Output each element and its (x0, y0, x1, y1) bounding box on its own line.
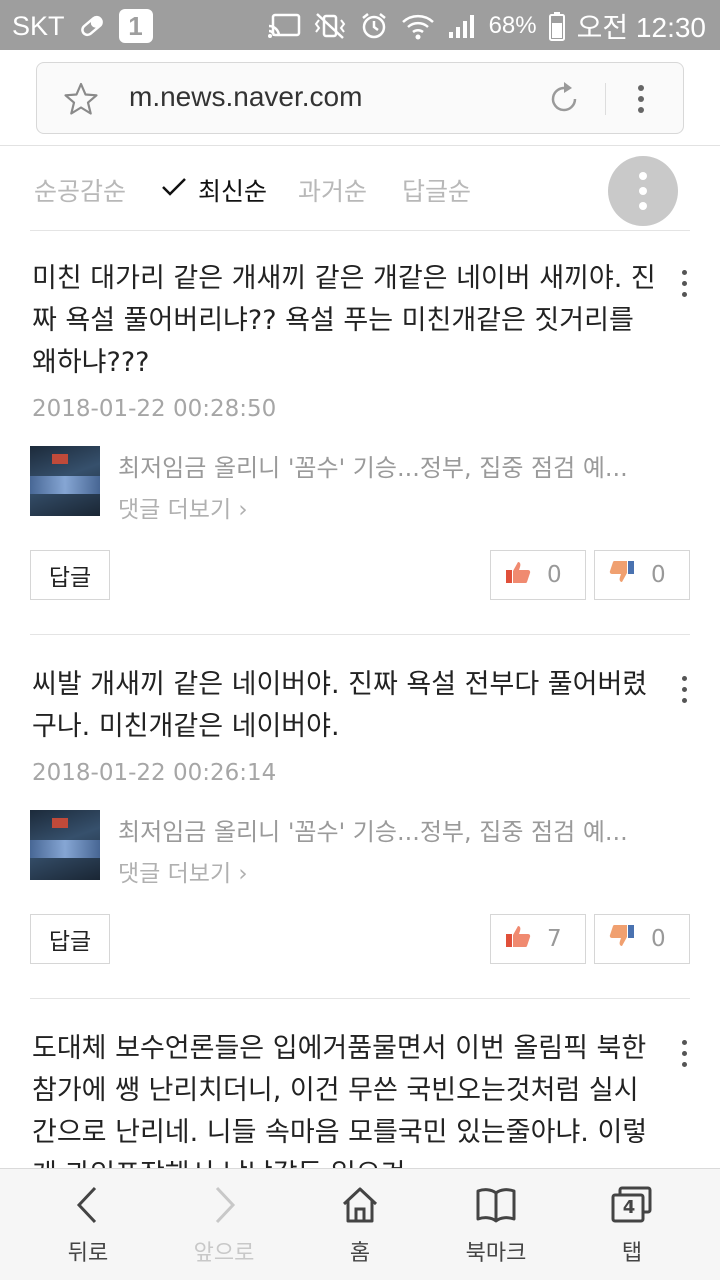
sort-tab-likes[interactable]: 순공감순 (34, 172, 126, 208)
alarm-icon (359, 11, 389, 41)
signal-icon (447, 12, 477, 40)
more-comments-link[interactable]: 댓글 더보기 › (118, 490, 248, 524)
article-title[interactable]: 최저임금 올리니 '꼼수' 기승...정부, 집중 점검 예... (118, 448, 692, 483)
back-arrow-icon (73, 1185, 103, 1225)
more-comments-link[interactable]: 댓글 더보기 › (118, 854, 248, 888)
clock: 오전 12:30 (576, 12, 706, 43)
like-button[interactable]: 0 (490, 550, 586, 600)
tab-count-badge: 4 (622, 1197, 636, 1218)
sort-tab-oldest[interactable]: 과거순 (298, 172, 367, 208)
dislike-count: 0 (651, 562, 666, 588)
carrier-label: SKT (12, 10, 65, 41)
battery-icon (548, 11, 565, 41)
thumbs-down-icon (609, 560, 635, 590)
thumbs-up-icon (505, 560, 531, 590)
like-button[interactable]: 7 (490, 914, 586, 964)
nav-back[interactable]: 뒤로 (28, 1169, 148, 1280)
more-options-button[interactable] (608, 156, 678, 226)
tabs-icon: 4 (610, 1185, 654, 1225)
reply-button[interactable]: 답글 (30, 914, 110, 964)
browser-toolbar: m.news.naver.com (0, 50, 720, 146)
nav-forward[interactable]: 앞으로 (164, 1169, 284, 1280)
star-icon[interactable] (63, 81, 99, 121)
sort-tab-label: 최신순 (198, 177, 268, 206)
divider (30, 230, 690, 231)
battery-percent: 68% (488, 12, 537, 39)
reload-icon[interactable] (545, 80, 583, 122)
address-bar[interactable]: m.news.naver.com (36, 62, 684, 134)
url-text[interactable]: m.news.naver.com (129, 81, 362, 113)
pill-icon (77, 11, 107, 41)
comment-date: 2018-01-22 00:28:50 (32, 396, 277, 422)
thumbs-up-icon (505, 924, 531, 954)
article-title[interactable]: 최저임금 올리니 '꼼수' 기승...정부, 집중 점검 예... (118, 812, 692, 847)
wifi-icon (401, 12, 435, 40)
nav-home[interactable]: 홈 (300, 1169, 420, 1280)
status-bar: SKT 1 68% 오전 12:30 (0, 0, 720, 50)
bookmark-book-icon (475, 1185, 517, 1225)
bottom-navigation: 뒤로 앞으로 홈 북마크 4 탭 (0, 1168, 720, 1280)
sort-bar: 순공감순 최신순 과거순 답글순 (0, 146, 720, 230)
dislike-count: 0 (651, 926, 666, 952)
divider (30, 634, 690, 635)
nav-tabs[interactable]: 4 탭 (572, 1169, 692, 1280)
comment-menu-icon[interactable] (682, 270, 687, 297)
comment-item: 도대체 보수언론들은 입에거품물면서 이번 올림픽 북한참가에 쌩 난리치더니,… (0, 1028, 720, 1168)
forward-arrow-icon (209, 1185, 239, 1225)
sort-tab-latest[interactable]: 최신순 (160, 172, 267, 208)
dislike-button[interactable]: 0 (594, 550, 690, 600)
comment-text: 도대체 보수언론들은 입에거품물면서 이번 올림픽 북한참가에 쌩 난리치더니,… (32, 1033, 648, 1168)
cast-icon (267, 12, 301, 40)
comment-text: 미친 대가리 같은 개새끼 같은 개같은 네이버 새끼야. 진짜 욕설 풀어버리… (32, 263, 656, 378)
nav-bookmarks[interactable]: 북마크 (436, 1169, 556, 1280)
dislike-button[interactable]: 0 (594, 914, 690, 964)
vibrate-mute-icon (313, 12, 347, 40)
toolbar-divider (605, 83, 606, 115)
thumbs-down-icon (609, 924, 635, 954)
reply-button[interactable]: 답글 (30, 550, 110, 600)
divider (30, 998, 690, 999)
sort-tab-replies[interactable]: 답글순 (402, 172, 471, 208)
like-count: 0 (547, 562, 562, 588)
comment-text: 씨발 개새끼 같은 네이버야. 진짜 욕설 전부다 풀어버렸구나. 미친개같은 … (32, 669, 648, 742)
home-icon (340, 1185, 380, 1225)
comment-menu-icon[interactable] (682, 1040, 687, 1067)
comment-date: 2018-01-22 00:26:14 (32, 760, 277, 786)
sim-badge: 1 (118, 9, 153, 43)
overflow-menu-icon[interactable] (633, 80, 649, 122)
article-thumbnail[interactable] (30, 810, 100, 880)
comment-menu-icon[interactable] (682, 676, 687, 703)
like-count: 7 (547, 926, 562, 952)
article-thumbnail[interactable] (30, 446, 100, 516)
check-icon (160, 175, 188, 205)
